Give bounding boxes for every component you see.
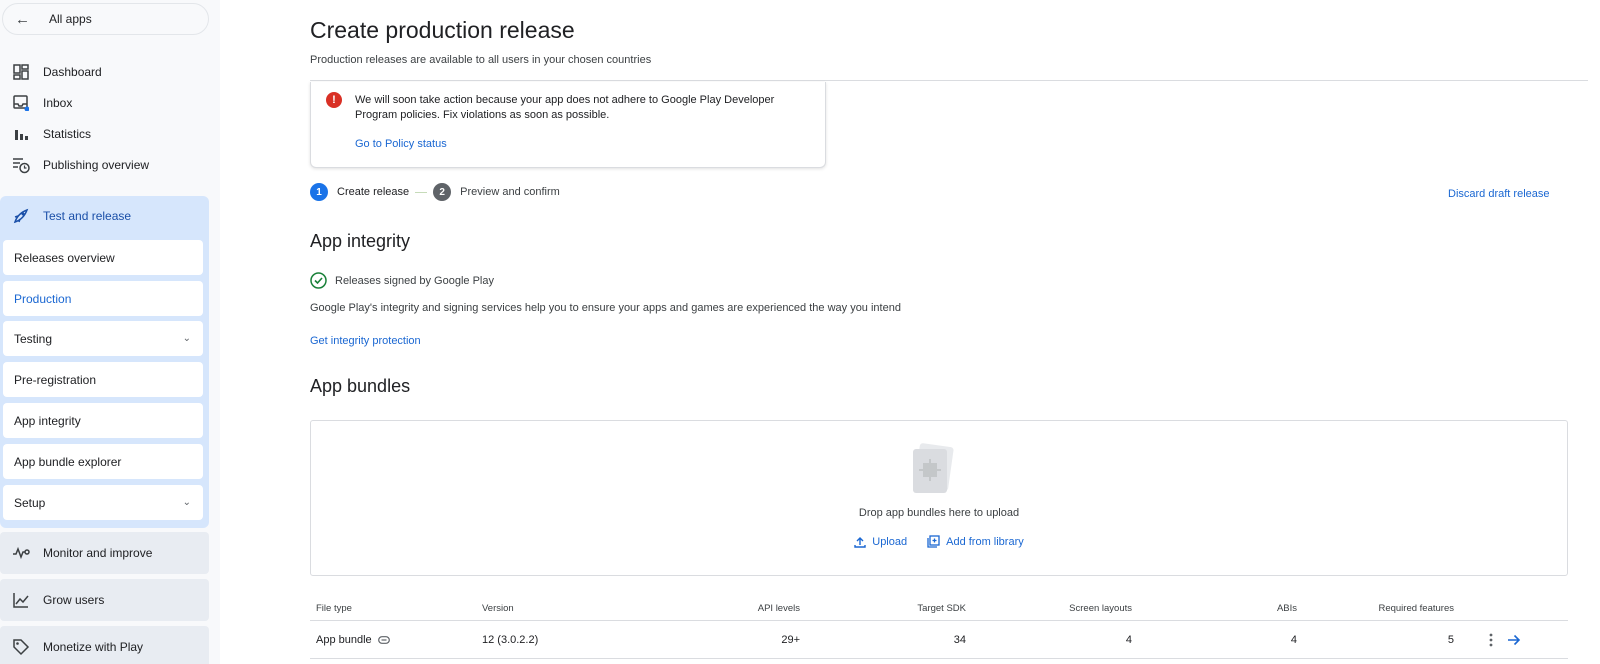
arrow-back-icon: ←	[15, 10, 30, 28]
sidebar-section-monetize-with-play[interactable]: Monetize with Play	[0, 626, 209, 664]
publishing-icon	[12, 156, 30, 174]
col-abis: ABIs	[1276, 603, 1297, 614]
sidebar-item-statistics[interactable]: Statistics	[0, 120, 210, 148]
table-row[interactable]: App bundle 12 (3.0.2.2) 29+ 34 4 4 5	[310, 621, 1568, 659]
all-apps-label: All apps	[49, 12, 92, 26]
policy-alert: ! We will soon take action because your …	[310, 82, 826, 168]
sidebar-section-label: Monetize with Play	[43, 640, 144, 654]
sidebar-subitem-label: Production	[14, 291, 72, 306]
file-type-value: App bundle	[316, 633, 372, 646]
page-subtitle: Production releases are available to all…	[310, 54, 652, 66]
bundle-drop-zone[interactable]: Drop app bundles here to upload Upload A…	[310, 420, 1568, 576]
upload-button[interactable]: Upload	[854, 535, 907, 548]
get-integrity-protection-link[interactable]: Get integrity protection	[310, 335, 421, 347]
trending-up-icon	[12, 591, 30, 609]
sidebar-item-inbox[interactable]: Inbox	[0, 89, 210, 117]
signed-label: Releases signed by Google Play	[335, 274, 494, 287]
cell-file-type: App bundle	[316, 621, 390, 658]
sidebar-item-label: Test and release	[43, 209, 132, 223]
header-divider	[310, 80, 1588, 81]
error-icon: !	[326, 92, 342, 108]
main-content: Create production release Production rel…	[220, 0, 1600, 664]
col-required-features: Required features	[1378, 603, 1454, 614]
sidebar-item-dashboard[interactable]: Dashboard	[0, 58, 210, 86]
arrow-forward-icon[interactable]	[1507, 634, 1521, 646]
sidebar-subitem-app-bundle-explorer[interactable]: App bundle explorer	[3, 444, 203, 479]
sidebar-item-label: Statistics	[43, 127, 92, 141]
sidebar-item-test-and-release[interactable]: Test and release	[0, 198, 209, 234]
sidebar-subitem-app-integrity[interactable]: App integrity	[3, 403, 203, 438]
sidebar-item-label: Inbox	[43, 96, 73, 110]
cell-screen-layouts: 4	[1125, 633, 1132, 646]
col-api-levels: API levels	[757, 603, 800, 614]
sidebar-section-monitor-and-improve[interactable]: Monitor and improve	[0, 532, 209, 574]
sidebar-subitem-pre-registration[interactable]: Pre-registration	[3, 362, 203, 397]
release-stepper: 1 Create release 2 Preview and confirm	[310, 182, 560, 202]
page-title: Create production release	[310, 17, 575, 43]
rocket-icon	[12, 207, 30, 225]
sidebar-subitem-production[interactable]: Production	[3, 281, 203, 316]
all-apps-button[interactable]: ← All apps	[2, 3, 209, 35]
chevron-down-icon: ⌄	[182, 497, 191, 508]
signed-status: Releases signed by Google Play	[310, 272, 494, 289]
sidebar-subitem-setup[interactable]: Setup ⌄	[3, 485, 203, 520]
row-actions	[1489, 621, 1521, 658]
add-from-library-button[interactable]: Add from library	[927, 535, 1024, 548]
sidebar-subitem-label: Testing	[14, 331, 53, 346]
sidebar-subitem-label: Releases overview	[14, 250, 115, 265]
upload-icon	[854, 536, 866, 548]
inbox-icon	[12, 94, 30, 112]
drop-hint: Drop app bundles here to upload	[858, 507, 1020, 519]
col-screen-layouts: Screen layouts	[1069, 603, 1132, 614]
sidebar-subitem-label: Setup	[14, 495, 46, 510]
sidebar-section-grow-users[interactable]: Grow users	[0, 579, 209, 621]
step-2-label: Preview and confirm	[460, 186, 560, 198]
bar-chart-icon	[12, 125, 30, 143]
app-bundles-heading: App bundles	[310, 376, 411, 396]
sidebar-section-label: Monitor and improve	[43, 546, 153, 560]
cell-target-sdk: 34	[953, 633, 966, 646]
col-file-type: File type	[316, 603, 352, 614]
cell-api-levels: 29+	[781, 633, 800, 646]
policy-status-link[interactable]: Go to Policy status	[355, 138, 447, 150]
sidebar-item-label: Publishing overview	[43, 158, 150, 172]
step-2-number: 2	[433, 183, 452, 201]
sidebar-section-label: Grow users	[43, 593, 105, 607]
sidebar-item-label: Dashboard	[43, 65, 102, 79]
library-label: Add from library	[946, 535, 1024, 548]
sidebar-item-publishing-overview[interactable]: Publishing overview	[0, 151, 210, 179]
cell-abis: 4	[1290, 633, 1297, 646]
step-1-number: 1	[310, 183, 328, 201]
vitals-icon	[12, 544, 30, 562]
bundle-illustration-icon	[909, 443, 955, 495]
sidebar: ← All apps Dashboard Inbox Statistics Pu…	[0, 0, 220, 664]
chevron-down-icon: ⌄	[182, 333, 191, 344]
dashboard-icon	[12, 63, 30, 81]
discard-draft-button[interactable]: Discard draft release	[1448, 188, 1550, 200]
bundles-table-header: File type Version API levels Target SDK …	[310, 597, 1568, 621]
sidebar-subitem-testing[interactable]: Testing ⌄	[3, 321, 203, 356]
check-circle-icon	[310, 272, 327, 289]
sidebar-subitem-label: App bundle explorer	[14, 454, 122, 469]
more-vert-icon[interactable]	[1489, 633, 1493, 647]
sidebar-subitem-label: App integrity	[14, 413, 81, 428]
col-version: Version	[482, 603, 514, 614]
col-target-sdk: Target SDK	[917, 603, 966, 614]
cell-required-features: 5	[1447, 633, 1454, 646]
tag-icon	[12, 638, 30, 656]
alert-message: We will soon take action because your ap…	[355, 94, 775, 121]
integrity-description: Google Play's integrity and signing serv…	[310, 302, 901, 314]
step-connector	[415, 191, 428, 193]
step-1-label: Create release	[337, 186, 410, 198]
upload-label: Upload	[872, 535, 908, 548]
app-integrity-heading: App integrity	[310, 231, 411, 251]
drop-actions: Upload Add from library	[311, 535, 1567, 548]
cell-version: 12 (3.0.2.2)	[482, 633, 539, 646]
sidebar-subitem-label: Pre-registration	[14, 372, 97, 387]
sidebar-subitem-releases-overview[interactable]: Releases overview	[3, 240, 203, 275]
library-add-icon	[927, 535, 940, 548]
link-chip-icon	[377, 635, 390, 644]
